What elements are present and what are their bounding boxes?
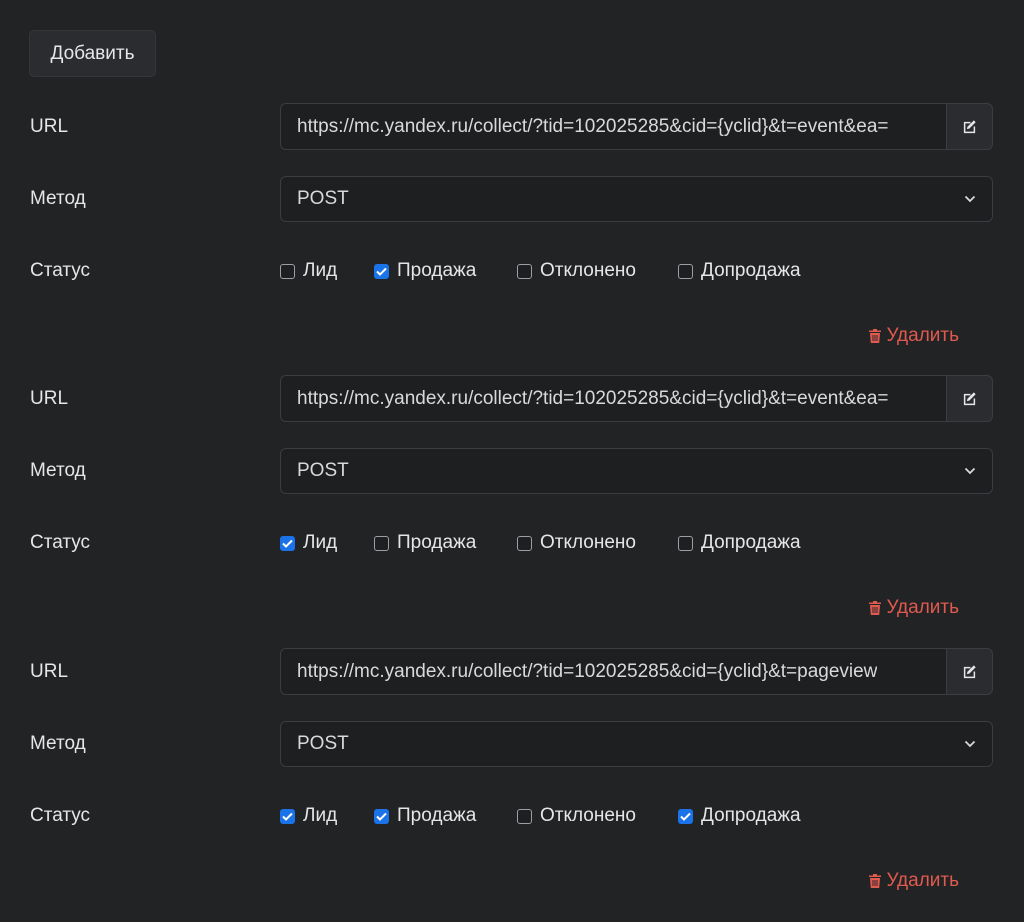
rule-block: URL https://mc.yandex.ru/collect/?tid=10… [0, 103, 1024, 375]
status-sale-label: Продажа [397, 805, 477, 826]
status-sale[interactable]: Продажа [374, 532, 485, 554]
method-label: Метод [30, 460, 86, 481]
url-input[interactable]: https://mc.yandex.ru/collect/?tid=102025… [280, 375, 946, 422]
status-sale-label: Продажа [397, 260, 477, 281]
checkbox[interactable] [374, 535, 389, 551]
edit-url-button[interactable] [946, 648, 993, 695]
checkbox[interactable] [374, 263, 389, 279]
url-input[interactable]: https://mc.yandex.ru/collect/?tid=102025… [280, 103, 946, 150]
delete-label: Удалить [886, 597, 959, 618]
method-value: POST [297, 733, 349, 754]
edit-url-button[interactable] [946, 375, 993, 422]
chevron-down-icon [964, 195, 976, 203]
status-label: Статус [30, 260, 91, 281]
status-lead[interactable]: Лид [280, 805, 342, 827]
checkbox[interactable] [517, 535, 532, 551]
url-value: https://mc.yandex.ru/collect/?tid=102025… [297, 660, 878, 682]
status-label: Статус [30, 532, 91, 553]
checkbox[interactable] [678, 263, 693, 279]
delete-label: Удалить [886, 325, 959, 346]
checkbox[interactable] [280, 263, 295, 279]
check-icon [376, 812, 387, 821]
delete-button[interactable]: Удалить [869, 870, 959, 892]
delete-button[interactable]: Удалить [869, 597, 959, 619]
status-lead[interactable]: Лид [280, 260, 342, 282]
checkbox[interactable] [678, 808, 693, 824]
method-select[interactable]: POST [280, 448, 993, 494]
edit-icon [963, 392, 976, 406]
status-rejected-label: Отклонено [540, 532, 636, 553]
delete-label: Удалить [886, 870, 959, 891]
url-field-group: https://mc.yandex.ru/collect/?tid=102025… [280, 648, 993, 695]
url-label: URL [30, 116, 69, 137]
method-label: Метод [30, 188, 86, 209]
add-button[interactable]: Добавить [29, 30, 156, 77]
status-upsell[interactable]: Допродажа [678, 260, 801, 282]
url-value: https://mc.yandex.ru/collect/?tid=102025… [297, 387, 889, 409]
method-value: POST [297, 460, 349, 481]
url-field-group: https://mc.yandex.ru/collect/?tid=102025… [280, 375, 993, 422]
status-checkboxes: Лид Продажа Отклонено Допродажа [280, 531, 832, 555]
status-upsell[interactable]: Допродажа [678, 532, 801, 554]
status-rejected-label: Отклонено [540, 260, 636, 281]
checkbox[interactable] [517, 808, 532, 824]
url-value: https://mc.yandex.ru/collect/?tid=102025… [297, 115, 889, 137]
status-lead-label: Лид [303, 260, 338, 281]
method-select[interactable]: POST [280, 721, 993, 767]
status-upsell[interactable]: Допродажа [678, 805, 801, 827]
status-sale[interactable]: Продажа [374, 805, 485, 827]
check-icon [680, 812, 691, 821]
status-upsell-label: Допродажа [701, 532, 801, 553]
status-upsell-label: Допродажа [701, 805, 801, 826]
trash-icon [869, 329, 882, 343]
checkbox[interactable] [517, 263, 532, 279]
rule-block: URL https://mc.yandex.ru/collect/?tid=10… [0, 375, 1024, 647]
url-field-group: https://mc.yandex.ru/collect/?tid=102025… [280, 103, 993, 150]
edit-icon [963, 120, 976, 134]
check-icon [282, 812, 293, 821]
status-sale[interactable]: Продажа [374, 260, 485, 282]
edit-url-button[interactable] [946, 103, 993, 150]
url-label: URL [30, 661, 69, 682]
status-checkboxes: Лид Продажа Отклонено Допродажа [280, 259, 832, 283]
edit-icon [963, 665, 976, 679]
chevron-down-icon [964, 740, 976, 748]
checkbox[interactable] [280, 808, 295, 824]
status-lead[interactable]: Лид [280, 532, 342, 554]
trash-icon [869, 601, 882, 615]
status-lead-label: Лид [303, 532, 338, 553]
method-select[interactable]: POST [280, 176, 993, 222]
status-checkboxes: Лид Продажа Отклонено Допродажа [280, 804, 832, 828]
delete-button[interactable]: Удалить [869, 325, 959, 347]
status-rejected-label: Отклонено [540, 805, 636, 826]
chevron-down-icon [964, 467, 976, 475]
method-value: POST [297, 188, 349, 209]
method-label: Метод [30, 733, 86, 754]
checkbox[interactable] [374, 808, 389, 824]
check-icon [376, 267, 387, 276]
status-upsell-label: Допродажа [701, 260, 801, 281]
status-rejected[interactable]: Отклонено [517, 260, 646, 282]
url-input[interactable]: https://mc.yandex.ru/collect/?tid=102025… [280, 648, 946, 695]
status-rejected[interactable]: Отклонено [517, 532, 646, 554]
status-rejected[interactable]: Отклонено [517, 805, 646, 827]
status-label: Статус [30, 805, 91, 826]
trash-icon [869, 874, 882, 888]
rule-block: URL https://mc.yandex.ru/collect/?tid=10… [0, 648, 1024, 920]
status-lead-label: Лид [303, 805, 338, 826]
url-label: URL [30, 388, 69, 409]
check-icon [282, 539, 293, 548]
checkbox[interactable] [678, 535, 693, 551]
status-sale-label: Продажа [397, 532, 477, 553]
checkbox[interactable] [280, 535, 295, 551]
